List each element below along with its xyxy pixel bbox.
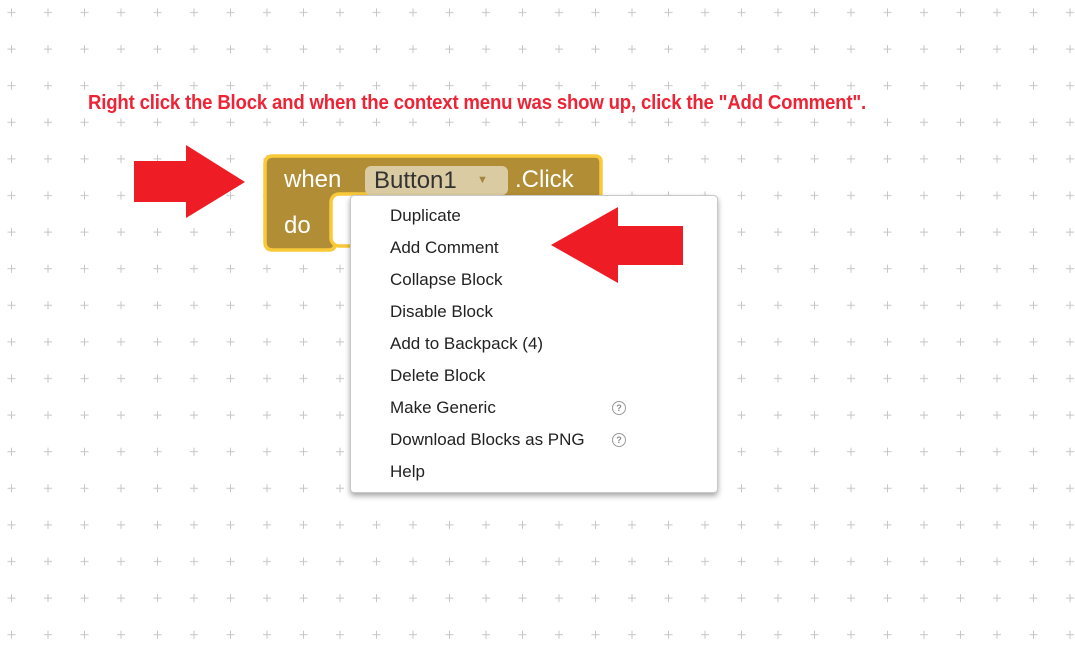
instruction-text: Right click the Block and when the conte… bbox=[88, 92, 866, 114]
menu-item-disable-block[interactable]: Disable Block bbox=[351, 296, 717, 328]
menu-item-label: Delete Block bbox=[390, 366, 486, 385]
menu-item-help[interactable]: Help bbox=[351, 456, 717, 488]
menu-item-delete-block[interactable]: Delete Block bbox=[351, 360, 717, 392]
block-event-label: .Click bbox=[515, 166, 574, 193]
menu-item-label: Add to Backpack (4) bbox=[390, 334, 544, 353]
block-do-label: do bbox=[284, 212, 311, 239]
help-icon[interactable]: ? bbox=[612, 433, 626, 447]
menu-item-label: Make Generic bbox=[390, 398, 496, 417]
menu-item-label: Collapse Block bbox=[390, 270, 503, 289]
menu-item-label: Duplicate bbox=[390, 206, 461, 225]
menu-item-label: Help bbox=[390, 462, 425, 481]
component-dropdown-value: Button1 bbox=[374, 167, 457, 194]
block-when-label: when bbox=[284, 166, 342, 193]
triangle-down-icon: ▼ bbox=[477, 174, 488, 186]
arrow-right-icon bbox=[134, 145, 245, 218]
menu-item-make-generic[interactable]: Make Generic ? bbox=[351, 392, 717, 424]
component-dropdown[interactable]: Button1 ▼ bbox=[365, 166, 508, 195]
arrow-left-icon bbox=[551, 207, 683, 283]
menu-item-label: Disable Block bbox=[390, 302, 493, 321]
menu-item-label: Download Blocks as PNG bbox=[390, 430, 585, 449]
menu-item-label: Add Comment bbox=[390, 238, 499, 257]
menu-item-add-to-backpack[interactable]: Add to Backpack (4) bbox=[351, 328, 717, 360]
help-icon[interactable]: ? bbox=[612, 401, 626, 415]
menu-item-download-png[interactable]: Download Blocks as PNG ? bbox=[351, 424, 717, 456]
